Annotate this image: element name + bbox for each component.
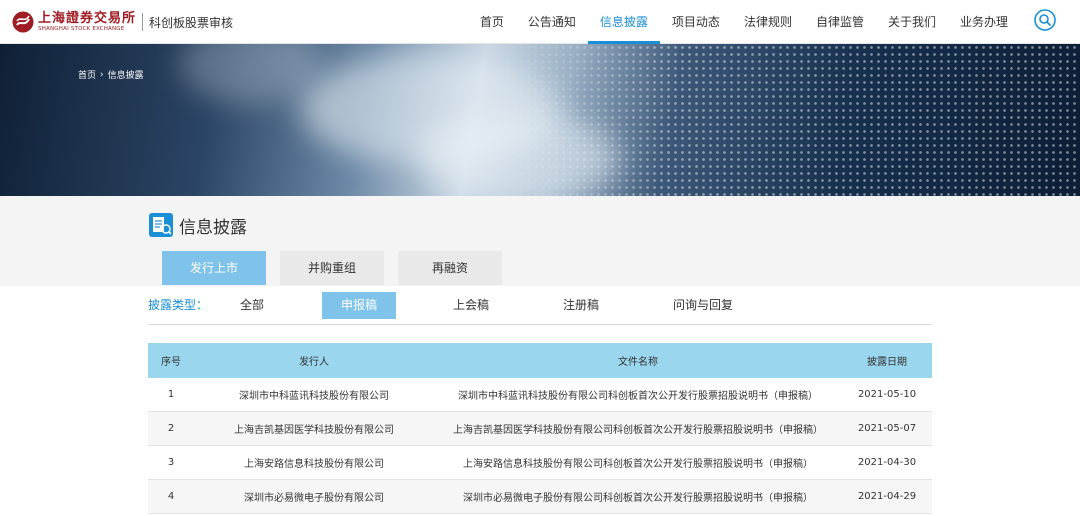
row-issuer: 上海吉凯基因医学科技股份有限公司 — [234, 425, 394, 436]
table-row: 2 上海吉凯基因医学科技股份有限公司 上海吉凯基因医学科技股份有限公司科创板首次… — [148, 412, 932, 446]
row-index: 2 — [167, 423, 175, 434]
logo-divider — [142, 13, 144, 31]
banner-dot-pattern — [0, 44, 1080, 196]
column-header-filename: 文件名称 — [618, 357, 658, 368]
table-row: 4 深圳市必易微电子股份有限公司 深圳市必易微电子股份有限公司科创板首次公开发行… — [148, 480, 932, 514]
row-index: 3 — [167, 457, 175, 468]
row-date: 2021-04-30 — [857, 457, 917, 468]
chevron-right-icon: › — [100, 69, 104, 80]
logo-chinese-name: 上海證券交易所 — [38, 10, 137, 26]
search-icon[interactable] — [1034, 9, 1056, 31]
row-index: 1 — [167, 389, 175, 400]
breadcrumb-home[interactable]: 首页 — [78, 68, 96, 81]
table-row: 3 上海安路信息科技股份有限公司 上海安路信息科技股份有限公司科创板首次公开发行… — [148, 446, 932, 480]
row-issuer: 深圳市必易微电子股份有限公司 — [244, 493, 384, 504]
filter-option-all[interactable]: 全部 — [232, 292, 272, 319]
table-row: 1 深圳市中科蓝讯科技股份有限公司 深圳市中科蓝讯科技股份有限公司科创板首次公开… — [148, 378, 932, 412]
column-header-issuer: 发行人 — [299, 357, 329, 368]
row-date: 2021-05-07 — [857, 423, 917, 434]
row-document-link[interactable]: 上海安路信息科技股份有限公司科创板首次公开发行股票招股说明书（申报稿） — [434, 446, 842, 479]
row-document-link[interactable]: 深圳市必易微电子股份有限公司科创板首次公开发行股票招股说明书（申报稿） — [434, 480, 842, 513]
page-title: 信息披露 — [179, 217, 247, 238]
row-issuer: 上海安路信息科技股份有限公司 — [244, 459, 384, 470]
logo-english-name: SHANGHAI STOCK EXCHANGE — [38, 25, 125, 32]
tab-refinancing[interactable]: 再融资 — [398, 251, 502, 285]
sse-logo-icon — [12, 11, 34, 33]
section-heading: 信息披露 — [148, 212, 247, 238]
table-header: 序号 发行人 文件名称 披露日期 — [148, 343, 932, 378]
filter-option-meeting[interactable]: 上会稿 — [446, 292, 496, 319]
row-index: 4 — [167, 491, 175, 502]
nav-item-projects[interactable]: 项目动态 — [660, 0, 732, 44]
category-tabs: 发行上市 并购重组 再融资 — [162, 251, 502, 285]
top-header: 上海證券交易所 SHANGHAI STOCK EXCHANGE 科创板股票审核 … — [0, 0, 1080, 44]
disclosure-table: 序号 发行人 文件名称 披露日期 1 深圳市中科蓝讯科技股份有限公司 深圳市中科… — [148, 343, 932, 514]
main-nav: 首页 公告通知 信息披露 项目动态 法律规则 自律监管 关于我们 业务办理 — [468, 0, 1020, 44]
site-subtitle: 科创板股票审核 — [149, 15, 234, 30]
disclosure-type-filter: 披露类型： 全部 申报稿 上会稿 注册稿 问询与回复 — [148, 286, 932, 325]
nav-item-about[interactable]: 关于我们 — [876, 0, 948, 44]
filter-option-registration[interactable]: 注册稿 — [556, 292, 606, 319]
column-header-index: 序号 — [161, 357, 181, 368]
document-icon — [149, 213, 173, 237]
column-header-date: 披露日期 — [867, 357, 907, 368]
tab-ipo[interactable]: 发行上市 — [162, 251, 266, 285]
filter-option-inquiry[interactable]: 问询与回复 — [668, 292, 738, 319]
row-date: 2021-05-10 — [857, 389, 917, 400]
nav-item-disclosure[interactable]: 信息披露 — [587, 0, 660, 44]
tab-mergers[interactable]: 并购重组 — [280, 251, 384, 285]
row-date: 2021-04-29 — [857, 491, 917, 502]
hero-banner: 首页 › 信息披露 — [0, 44, 1080, 196]
nav-item-supervision[interactable]: 自律监管 — [804, 0, 876, 44]
nav-item-rules[interactable]: 法律规则 — [732, 0, 804, 44]
filter-label: 披露类型： — [148, 298, 209, 312]
row-issuer: 深圳市中科蓝讯科技股份有限公司 — [239, 391, 389, 402]
row-document-link[interactable]: 深圳市中科蓝讯科技股份有限公司科创板首次公开发行股票招股说明书（申报稿） — [434, 378, 842, 411]
nav-item-announcements[interactable]: 公告通知 — [516, 0, 588, 44]
row-document-link[interactable]: 上海吉凯基因医学科技股份有限公司科创板首次公开发行股票招股说明书（申报稿） — [434, 412, 842, 445]
nav-item-home[interactable]: 首页 — [468, 0, 516, 44]
filter-option-application[interactable]: 申报稿 — [322, 292, 396, 319]
sse-logo[interactable]: 上海證券交易所 SHANGHAI STOCK EXCHANGE 科创板股票审核 — [12, 8, 233, 36]
breadcrumb: 首页 › 信息披露 — [78, 68, 144, 82]
nav-item-services[interactable]: 业务办理 — [948, 0, 1020, 44]
breadcrumb-current: 信息披露 — [107, 71, 144, 81]
